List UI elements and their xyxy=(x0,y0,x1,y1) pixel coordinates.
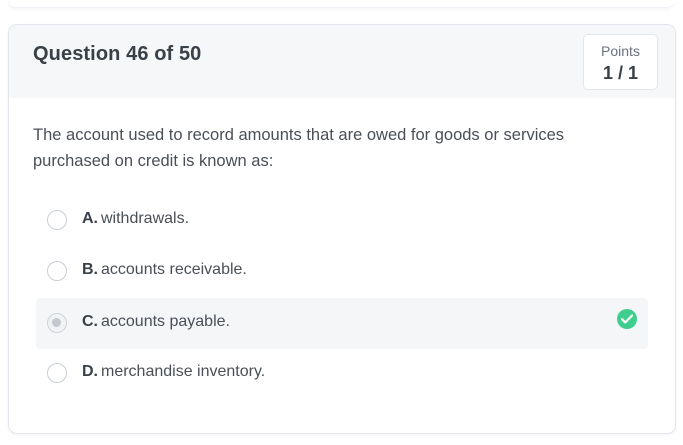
option-b-letter: B. xyxy=(82,261,98,278)
points-box: Points 1 / 1 xyxy=(583,34,658,90)
points-label: Points xyxy=(601,43,640,59)
option-c-text: accounts payable. xyxy=(101,313,230,330)
option-a[interactable]: A. withdrawals. xyxy=(36,195,648,246)
option-a-radio[interactable] xyxy=(47,210,67,230)
points-value: 1 / 1 xyxy=(602,63,639,83)
option-b-radio[interactable] xyxy=(47,261,67,281)
option-c[interactable]: C. accounts payable. xyxy=(36,298,648,349)
option-d-radio[interactable] xyxy=(47,363,67,383)
option-b-text: accounts receivable. xyxy=(101,261,247,278)
option-c-letter: C. xyxy=(82,313,98,330)
check-circle-icon xyxy=(617,309,637,329)
option-a-letter: A. xyxy=(82,210,98,227)
option-b[interactable]: B. accounts receivable. xyxy=(36,246,648,297)
option-c-radio[interactable] xyxy=(47,313,67,333)
option-d-text: merchandise inventory. xyxy=(101,363,266,380)
question-card: Question 46 of 50 Points 1 / 1 The accou… xyxy=(8,24,676,434)
question-header: Question 46 of 50 Points 1 / 1 xyxy=(9,25,675,98)
option-d[interactable]: D. merchandise inventory. xyxy=(36,348,648,399)
question-title: Question 46 of 50 xyxy=(33,43,202,65)
option-d-letter: D. xyxy=(82,363,98,380)
option-a-text: withdrawals. xyxy=(101,210,190,227)
question-text: The account used to record amounts that … xyxy=(33,126,565,170)
previous-card-edge xyxy=(8,0,675,8)
